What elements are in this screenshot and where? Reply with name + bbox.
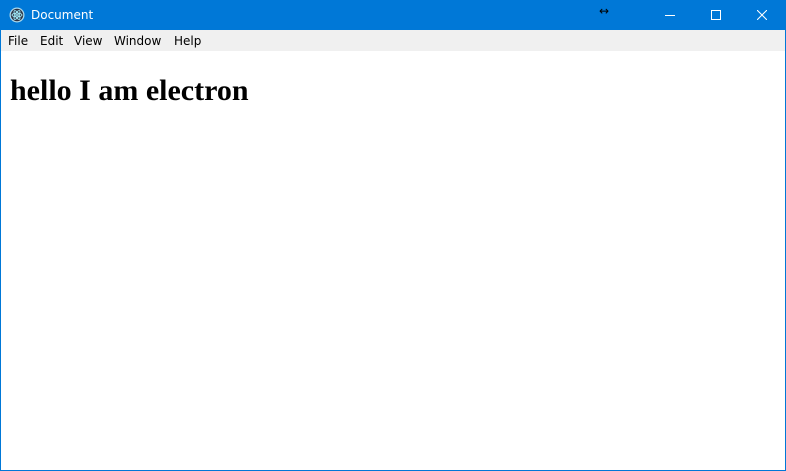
menu-bar: File Edit View Window Help xyxy=(1,30,785,51)
window-title: Document xyxy=(31,8,94,22)
maximize-icon xyxy=(711,10,721,20)
close-icon xyxy=(757,10,767,20)
menu-view[interactable]: View xyxy=(74,33,102,49)
menu-edit[interactable]: Edit xyxy=(40,33,63,49)
title-bar[interactable]: Document ↔ xyxy=(1,1,785,30)
horizontal-resize-cursor-icon: ↔ xyxy=(599,4,610,18)
page-heading: hello I am electron xyxy=(10,74,249,107)
page-content: hello I am electron xyxy=(1,51,785,470)
electron-icon xyxy=(9,7,25,23)
menu-file[interactable]: File xyxy=(8,33,28,49)
minimize-button[interactable] xyxy=(647,1,693,30)
close-button[interactable] xyxy=(739,1,785,30)
menu-help[interactable]: Help xyxy=(174,33,201,49)
minimize-icon xyxy=(665,15,675,16)
maximize-button[interactable] xyxy=(693,1,739,30)
app-window: Document ↔ File Edit View Window Help he… xyxy=(0,0,786,471)
menu-window[interactable]: Window xyxy=(114,33,161,49)
